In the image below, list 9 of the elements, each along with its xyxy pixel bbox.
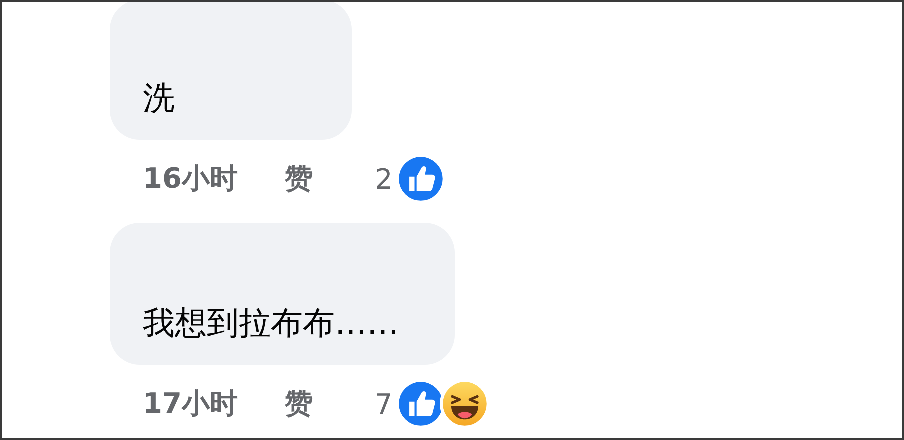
laughing-emoji-icon bbox=[440, 379, 490, 429]
comment-time: 16小时 bbox=[143, 161, 238, 197]
comment-text: 洗 bbox=[143, 78, 176, 118]
reaction-count[interactable]: 2 bbox=[374, 162, 393, 196]
reaction-count[interactable]: 7 bbox=[374, 388, 393, 420]
comment-time: 17小时 bbox=[143, 386, 238, 422]
like-link[interactable]: 赞 bbox=[284, 385, 313, 423]
comment-text: 我想到拉布布…… bbox=[143, 303, 399, 343]
like-link[interactable]: 赞 bbox=[284, 160, 313, 198]
